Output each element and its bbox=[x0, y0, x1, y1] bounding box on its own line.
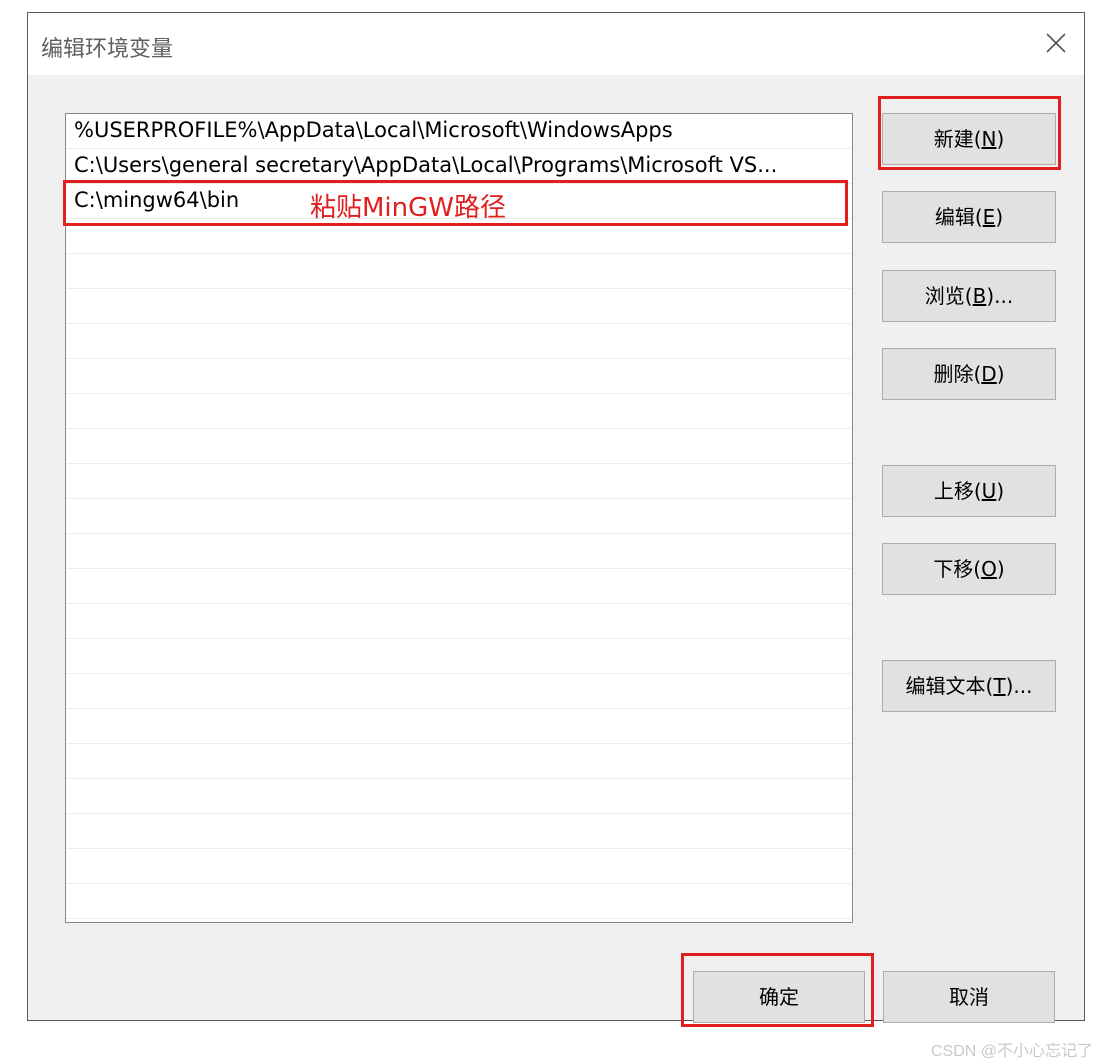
new-button-label: 新建( bbox=[933, 127, 982, 151]
close-icon[interactable] bbox=[1042, 29, 1070, 57]
dialog-title: 编辑环境变量 bbox=[41, 37, 174, 62]
move-up-button[interactable]: 上移(U) bbox=[882, 465, 1056, 517]
browse-button-suffix: )... bbox=[986, 284, 1014, 308]
edit-text-button-mnemonic: T bbox=[993, 674, 1006, 698]
ok-button[interactable]: 确定 bbox=[693, 971, 865, 1023]
list-item-empty[interactable] bbox=[66, 219, 852, 254]
move-up-button-label: 上移( bbox=[933, 479, 982, 503]
browse-button[interactable]: 浏览(B)... bbox=[882, 270, 1056, 322]
list-item-empty[interactable] bbox=[66, 359, 852, 394]
ok-button-label: 确定 bbox=[759, 985, 799, 1009]
delete-button-mnemonic: D bbox=[981, 362, 997, 386]
browse-button-label: 浏览( bbox=[924, 284, 973, 308]
delete-button-label: 删除( bbox=[933, 362, 982, 386]
edit-text-button-label: 编辑文本( bbox=[905, 674, 994, 698]
list-item-empty[interactable] bbox=[66, 709, 852, 744]
edit-button-mnemonic: E bbox=[982, 205, 996, 229]
list-item-empty[interactable] bbox=[66, 254, 852, 289]
list-item-empty[interactable] bbox=[66, 499, 852, 534]
delete-button-suffix: ) bbox=[996, 362, 1005, 386]
list-item-empty[interactable] bbox=[66, 674, 852, 709]
edit-button-label: 编辑( bbox=[934, 205, 983, 229]
cancel-button-label: 取消 bbox=[949, 985, 989, 1009]
list-item-empty[interactable] bbox=[66, 814, 852, 849]
list-item-empty[interactable] bbox=[66, 604, 852, 639]
move-down-button-suffix: ) bbox=[996, 557, 1005, 581]
browse-button-mnemonic: B bbox=[972, 284, 987, 308]
edit-button[interactable]: 编辑(E) bbox=[882, 191, 1056, 243]
list-item-empty[interactable] bbox=[66, 779, 852, 814]
list-item-empty[interactable] bbox=[66, 639, 852, 674]
edit-text-button-suffix: )... bbox=[1005, 674, 1033, 698]
list-item-empty[interactable] bbox=[66, 849, 852, 884]
edit-button-suffix: ) bbox=[995, 205, 1004, 229]
new-button[interactable]: 新建(N) bbox=[882, 113, 1056, 165]
new-button-suffix: ) bbox=[996, 127, 1005, 151]
list-item-empty[interactable] bbox=[66, 464, 852, 499]
move-up-button-mnemonic: U bbox=[981, 479, 997, 503]
annotation-label: 粘贴MinGW路径 bbox=[310, 193, 506, 223]
list-item-empty[interactable] bbox=[66, 324, 852, 359]
watermark: CSDN @不小心忘记了 bbox=[930, 1043, 1093, 1060]
move-down-button-mnemonic: O bbox=[981, 557, 997, 581]
move-down-button[interactable]: 下移(O) bbox=[882, 543, 1056, 595]
list-item-empty[interactable] bbox=[66, 429, 852, 464]
list-item-empty[interactable] bbox=[66, 289, 852, 324]
delete-button[interactable]: 删除(D) bbox=[882, 348, 1056, 400]
list-item-empty[interactable] bbox=[66, 744, 852, 779]
move-down-button-label: 下移( bbox=[933, 557, 982, 581]
list-item-text: %USERPROFILE%\AppData\Local\Microsoft\Wi… bbox=[74, 118, 673, 142]
new-button-mnemonic: N bbox=[981, 127, 997, 151]
title-bar: 编辑环境变量 bbox=[28, 13, 1084, 75]
list-item-empty[interactable] bbox=[66, 534, 852, 569]
edit-env-var-dialog: 编辑环境变量 %USERPROFILE%\AppData\Local\Micro… bbox=[27, 12, 1085, 1023]
cancel-button[interactable]: 取消 bbox=[883, 971, 1055, 1023]
list-item[interactable]: %USERPROFILE%\AppData\Local\Microsoft\Wi… bbox=[66, 114, 852, 149]
list-item-empty[interactable] bbox=[66, 884, 852, 919]
move-up-button-suffix: ) bbox=[996, 479, 1005, 503]
list-item-empty[interactable] bbox=[66, 569, 852, 604]
path-list[interactable]: %USERPROFILE%\AppData\Local\Microsoft\Wi… bbox=[65, 113, 853, 923]
edit-text-button[interactable]: 编辑文本(T)... bbox=[882, 660, 1056, 712]
list-item-text: C:\Users\general secretary\AppData\Local… bbox=[74, 153, 778, 177]
list-item[interactable]: C:\Users\general secretary\AppData\Local… bbox=[66, 149, 852, 184]
list-item-empty[interactable] bbox=[66, 394, 852, 429]
